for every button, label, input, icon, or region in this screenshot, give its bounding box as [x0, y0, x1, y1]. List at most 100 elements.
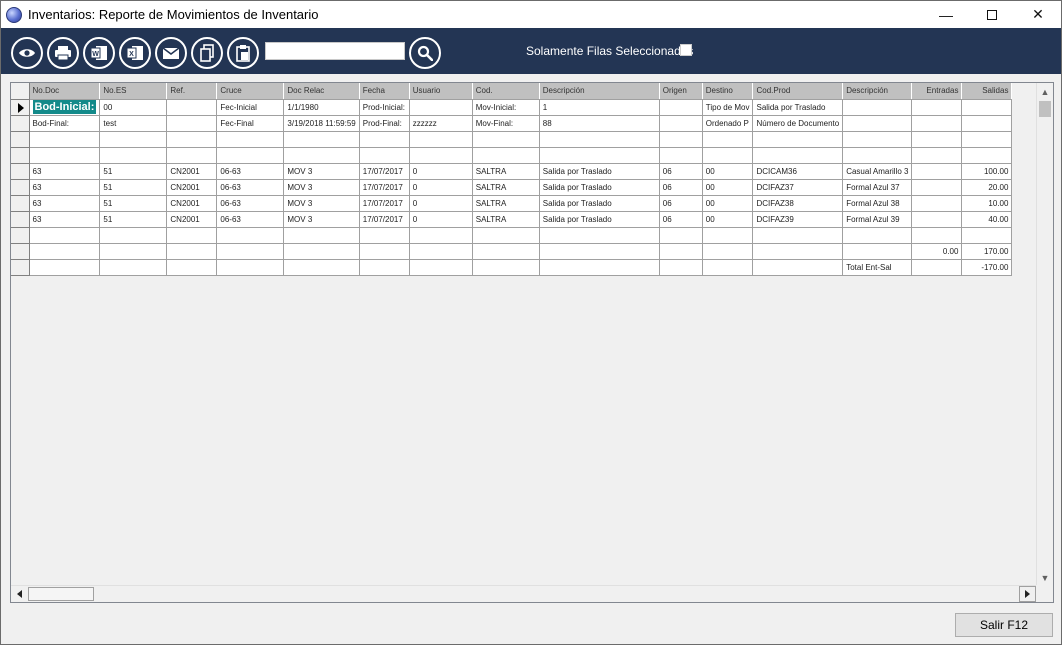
table-cell[interactable]: 17/07/2017 — [359, 211, 410, 228]
table-cell[interactable] — [659, 259, 703, 276]
table-row[interactable]: 0.00 170.00 — [11, 243, 1013, 260]
table-cell[interactable]: Formal Azul 39 — [842, 211, 913, 228]
column-header[interactable]: Ref. — [166, 83, 218, 100]
table-cell[interactable] — [166, 147, 218, 164]
scroll-down-icon[interactable]: ▼ — [1037, 569, 1053, 586]
table-cell[interactable] — [702, 243, 754, 260]
column-header[interactable]: Entradas — [911, 83, 963, 100]
table-cell[interactable] — [29, 259, 101, 276]
table-cell[interactable]: Tipo de Mov — [702, 99, 754, 116]
table-cell[interactable] — [911, 195, 963, 212]
scroll-up-icon[interactable]: ▲ — [1037, 83, 1053, 100]
table-cell[interactable] — [702, 259, 754, 276]
table-cell[interactable] — [472, 131, 540, 148]
table-cell[interactable] — [166, 227, 218, 244]
table-cell[interactable] — [359, 243, 410, 260]
table-cell[interactable] — [911, 147, 963, 164]
table-cell[interactable] — [911, 115, 963, 132]
table-cell[interactable] — [911, 179, 963, 196]
row-header[interactable] — [11, 195, 30, 212]
table-cell[interactable] — [472, 259, 540, 276]
table-cell[interactable] — [539, 147, 660, 164]
table-cell[interactable] — [99, 243, 168, 260]
table-cell[interactable]: Ordenado P — [702, 115, 754, 132]
email-button[interactable] — [155, 37, 187, 69]
table-cell[interactable] — [961, 115, 1013, 132]
table-cell[interactable] — [911, 99, 963, 116]
close-button[interactable]: ✕ — [1015, 1, 1061, 28]
table-cell[interactable] — [539, 131, 660, 148]
table-cell[interactable]: SALTRA — [472, 179, 540, 196]
export-excel-button[interactable]: X — [119, 37, 151, 69]
column-header[interactable]: Salidas — [961, 83, 1013, 100]
table-cell[interactable] — [472, 243, 540, 260]
table-cell[interactable]: DCIFAZ37 — [752, 179, 844, 196]
table-cell[interactable]: 0 — [409, 211, 473, 228]
table-cell[interactable] — [911, 211, 963, 228]
table-cell[interactable] — [842, 227, 913, 244]
table-cell[interactable] — [539, 227, 660, 244]
table-cell[interactable] — [702, 131, 754, 148]
table-cell[interactable]: Formal Azul 37 — [842, 179, 913, 196]
table-cell[interactable] — [752, 243, 844, 260]
table-cell[interactable] — [472, 147, 540, 164]
scroll-left-icon[interactable] — [11, 586, 28, 602]
table-cell[interactable]: Mov-Final: — [472, 115, 540, 132]
horizontal-scrollbar[interactable] — [11, 585, 1053, 602]
table-cell[interactable]: DCIFAZ39 — [752, 211, 844, 228]
table-cell[interactable]: MOV 3 — [283, 179, 360, 196]
table-cell[interactable] — [216, 147, 285, 164]
table-cell[interactable] — [961, 147, 1013, 164]
table-cell[interactable]: Mov-Inicial: — [472, 99, 540, 116]
table-cell[interactable]: 51 — [99, 179, 168, 196]
table-row[interactable]: Bod-Final: test Fec-Final 3/19/2018 11:59:5… — [11, 115, 1013, 132]
table-cell[interactable]: 00 — [702, 179, 754, 196]
table-cell[interactable] — [359, 259, 410, 276]
preview-button[interactable] — [11, 37, 43, 69]
table-cell[interactable]: Prod-Inicial: — [359, 99, 410, 116]
table-cell[interactable]: CN2001 — [166, 179, 218, 196]
table-cell[interactable]: 63 — [29, 163, 101, 180]
table-cell[interactable]: 06 — [659, 179, 703, 196]
table-cell[interactable] — [409, 227, 473, 244]
table-cell[interactable]: Salida por Traslado — [539, 195, 660, 212]
copy-button[interactable] — [191, 37, 223, 69]
report-grid[interactable]: No.Doc No.ES Ref. Cruce Doc Relac Fecha … — [10, 82, 1054, 603]
table-cell[interactable] — [659, 131, 703, 148]
table-cell[interactable] — [659, 99, 703, 116]
selected-rows-checkbox[interactable] — [680, 44, 692, 56]
row-header[interactable] — [11, 227, 30, 244]
table-cell[interactable]: SALTRA — [472, 211, 540, 228]
table-cell[interactable]: 40.00 — [961, 211, 1013, 228]
table-cell[interactable] — [29, 243, 101, 260]
paste-button[interactable] — [227, 37, 259, 69]
table-cell[interactable]: 17/07/2017 — [359, 163, 410, 180]
table-cell[interactable] — [216, 131, 285, 148]
column-header[interactable]: Descripción — [842, 83, 913, 100]
row-header[interactable] — [11, 243, 30, 260]
table-cell[interactable]: 06-63 — [216, 179, 285, 196]
table-cell[interactable]: Número de Documento — [752, 115, 844, 132]
table-cell[interactable]: -170.00 — [961, 259, 1013, 276]
table-cell[interactable] — [472, 227, 540, 244]
table-cell[interactable]: Salida por Traslado — [752, 99, 844, 116]
table-cell[interactable]: DCICAM36 — [752, 163, 844, 180]
table-cell[interactable] — [961, 99, 1013, 116]
row-header[interactable] — [11, 147, 30, 164]
table-cell[interactable]: Salida por Traslado — [539, 163, 660, 180]
table-cell[interactable]: 10.00 — [961, 195, 1013, 212]
table-cell[interactable] — [283, 243, 360, 260]
table-cell[interactable]: Salida por Traslado — [539, 179, 660, 196]
table-cell[interactable] — [29, 147, 101, 164]
row-header[interactable] — [11, 179, 30, 196]
table-cell[interactable] — [911, 131, 963, 148]
table-row[interactable]: 63 51 CN2001 06-63 MOV 3 17/07/2017 0 SALTRA Sal… — [11, 195, 1013, 212]
table-cell[interactable]: Formal Azul 38 — [842, 195, 913, 212]
row-header[interactable] — [11, 115, 30, 132]
table-cell[interactable] — [842, 115, 913, 132]
table-cell[interactable] — [166, 99, 218, 116]
table-cell[interactable] — [166, 131, 218, 148]
row-header[interactable] — [11, 131, 30, 148]
table-cell[interactable] — [842, 147, 913, 164]
table-cell[interactable] — [911, 227, 963, 244]
